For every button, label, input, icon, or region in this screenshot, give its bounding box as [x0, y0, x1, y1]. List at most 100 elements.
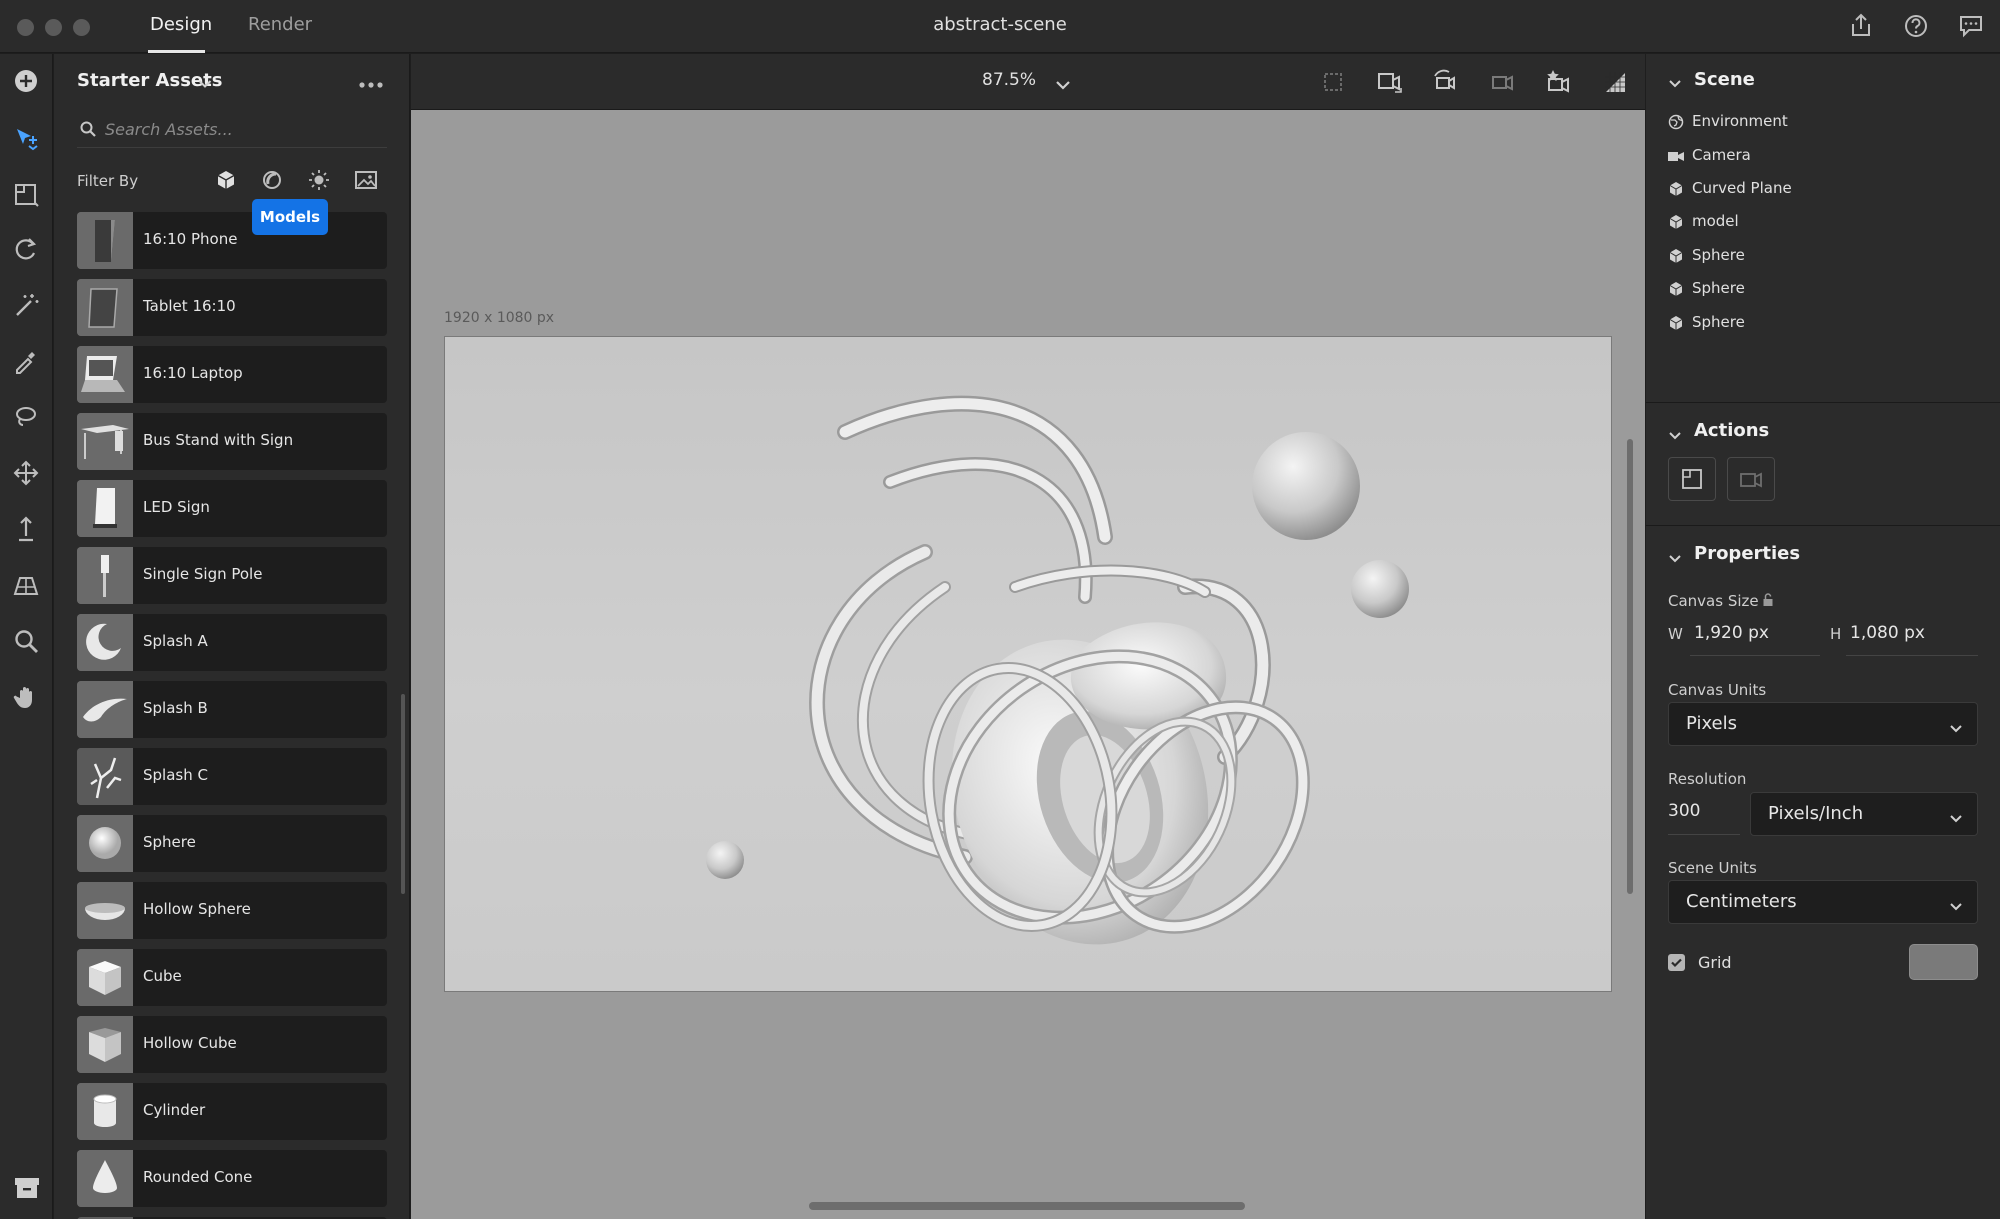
scene-item-curved-plane[interactable]: Curved Plane [1668, 177, 1968, 203]
scene-item-sphere[interactable]: Sphere [1668, 244, 1968, 270]
tab-render[interactable]: Render [248, 14, 312, 35]
list-item[interactable]: Hollow Cube [77, 1016, 387, 1073]
camera-action-button[interactable] [1727, 457, 1775, 501]
canvas-width-field[interactable]: 1,920 px [1694, 623, 1769, 643]
zoom-level[interactable]: 87.5% [982, 70, 1036, 90]
hollow-cube-thumbnail [77, 1016, 133, 1073]
model-icon [1668, 281, 1684, 297]
list-item[interactable]: Splash A [77, 614, 387, 671]
checkmark-icon [1671, 958, 1682, 968]
chevron-down-icon[interactable] [1668, 549, 1682, 568]
model-icon [1668, 315, 1684, 331]
list-item[interactable]: Cylinder [77, 1083, 387, 1140]
phone-thumbnail [77, 212, 133, 269]
eyedropper-icon[interactable] [11, 346, 41, 376]
scene-item-sphere[interactable]: Sphere [1668, 277, 1968, 303]
grid-checkbox[interactable] [1668, 954, 1685, 971]
canvas-height-field[interactable]: 1,080 px [1850, 623, 1925, 643]
fit-canvas-button[interactable] [1668, 457, 1716, 501]
chevron-down-icon[interactable] [1668, 426, 1682, 445]
scene-item-camera[interactable]: Camera [1668, 144, 1968, 170]
search-icon [79, 120, 97, 142]
list-item[interactable]: Sphere [77, 815, 387, 872]
add-icon[interactable] [11, 66, 41, 96]
viewport-toolbar: 87.5% [411, 54, 1645, 110]
viewport-vertical-scrollbar[interactable] [1627, 439, 1633, 894]
frame-icon[interactable] [11, 179, 41, 209]
chevron-down-icon[interactable] [1668, 74, 1682, 93]
feedback-icon[interactable] [1957, 12, 1985, 40]
scene-section-title[interactable]: Scene [1694, 69, 1755, 90]
resolution-label: Resolution [1668, 770, 1747, 788]
hollow-sphere-thumbnail [77, 882, 133, 939]
archive-icon[interactable] [12, 1173, 42, 1203]
viewport-horizontal-scrollbar[interactable] [809, 1202, 1245, 1210]
camera-orbit-icon[interactable] [1431, 68, 1459, 96]
chevron-down-icon[interactable] [198, 74, 212, 93]
list-item[interactable]: Single Sign Pole [77, 547, 387, 604]
list-item[interactable]: Splash C [77, 748, 387, 805]
grid-toggle-icon[interactable] [1601, 68, 1629, 96]
models-filter-icon[interactable] [213, 167, 239, 193]
window-maximize-button[interactable] [73, 19, 90, 36]
fit-frame-icon[interactable] [1319, 68, 1347, 96]
cylinder-thumbnail [77, 1083, 133, 1140]
list-item[interactable]: Rounded Cone [77, 1150, 387, 1207]
camera-pan-icon[interactable] [1488, 68, 1516, 96]
canvas-units-dropdown[interactable]: Pixels [1668, 702, 1978, 746]
list-item[interactable]: Splash B [77, 681, 387, 738]
lasso-icon[interactable] [11, 402, 41, 432]
move-axis-icon[interactable] [11, 458, 41, 488]
sphere-large [1252, 432, 1360, 540]
resolution-unit-dropdown[interactable]: Pixels/Inch [1750, 792, 1978, 836]
resolution-field[interactable]: 300 [1668, 801, 1700, 821]
scene-item-environment[interactable]: Environment [1668, 110, 1968, 136]
window-minimize-button[interactable] [45, 19, 62, 36]
actions-section-title[interactable]: Actions [1694, 420, 1769, 441]
viewport: 87.5% 1920 x 1080 px [411, 54, 1645, 1219]
lock-icon[interactable] [1762, 592, 1774, 612]
perspective-plane-icon[interactable] [11, 570, 41, 600]
images-filter-icon[interactable] [353, 167, 379, 193]
properties-section-title[interactable]: Properties [1694, 543, 1800, 564]
hand-pan-icon[interactable] [11, 682, 41, 712]
chevron-down-icon[interactable] [1055, 76, 1071, 95]
list-item[interactable]: 16:10 Laptop [77, 346, 387, 403]
scene-item-model[interactable]: model [1668, 210, 1968, 236]
list-item[interactable]: LED Sign [77, 480, 387, 537]
window-close-button[interactable] [17, 19, 34, 36]
list-item[interactable]: Hollow Sphere [77, 882, 387, 939]
led-sign-thumbnail [77, 480, 133, 537]
materials-filter-icon[interactable] [259, 167, 285, 193]
canvas-units-label: Canvas Units [1668, 681, 1767, 699]
camera-bookmark-icon[interactable] [1544, 68, 1572, 96]
select-move-icon[interactable] [11, 124, 41, 154]
scene-item-sphere[interactable]: Sphere [1668, 311, 1968, 337]
sign-pole-thumbnail [77, 547, 133, 604]
list-item[interactable]: Cube [77, 949, 387, 1006]
list-item[interactable]: 16:10 Phone [77, 212, 387, 269]
grid-color-swatch[interactable] [1909, 944, 1978, 980]
assets-scrollbar[interactable] [401, 694, 405, 894]
chevron-down-icon [1949, 719, 1963, 738]
list-item[interactable]: Bus Stand with Sign [77, 413, 387, 470]
list-item[interactable]: Tablet 16:10 [77, 279, 387, 336]
tab-design[interactable]: Design [150, 14, 212, 35]
camera-frame-icon[interactable] [1375, 68, 1403, 96]
rotate-icon[interactable] [11, 234, 41, 264]
help-icon[interactable] [1902, 12, 1930, 40]
lights-filter-icon[interactable] [306, 167, 332, 193]
zoom-icon[interactable] [11, 626, 41, 656]
height-label: H [1830, 625, 1842, 643]
assets-panel: Starter Assets Filter By 16:10 Phone Tab… [54, 54, 410, 1219]
sphere-medium [1351, 560, 1409, 618]
asset-search [77, 112, 387, 148]
search-input[interactable] [105, 116, 375, 142]
magic-wand-icon[interactable] [11, 290, 41, 320]
scene-units-dropdown[interactable]: Centimeters [1668, 880, 1978, 924]
splash-b-thumbnail [77, 681, 133, 738]
scene-canvas[interactable] [444, 336, 1612, 992]
vertical-move-icon[interactable] [11, 514, 41, 544]
more-options-icon[interactable] [359, 74, 383, 93]
share-icon[interactable] [1847, 12, 1875, 40]
